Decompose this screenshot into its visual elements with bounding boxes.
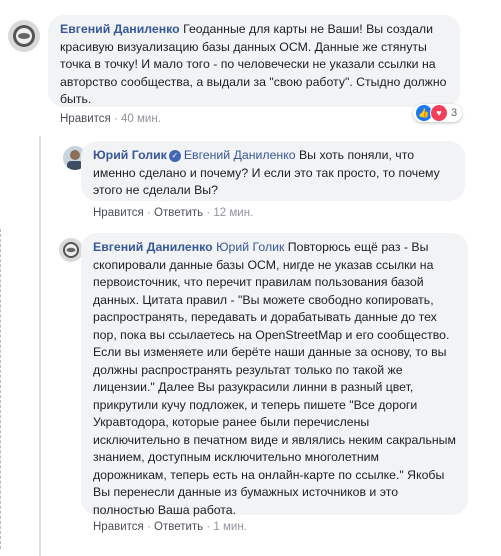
avatar-image (8, 20, 40, 52)
separator: · (206, 207, 211, 219)
separator: · (146, 207, 151, 219)
avatar[interactable] (8, 20, 40, 52)
verified-badge-icon: ✓ (168, 150, 181, 162)
comment-bubble: Евгений Даниленко Юрий Голик Повторюсь е… (81, 233, 468, 517)
separator: · (113, 113, 118, 125)
reply-link[interactable]: Ответить (154, 207, 203, 219)
mention[interactable]: Евгений Даниленко (184, 148, 296, 162)
comment-bubble: Евгений Даниленко Геоданные для карты не… (48, 15, 460, 107)
reply-link[interactable]: Ответить (154, 521, 203, 533)
avatar-image (59, 238, 83, 262)
timestamp[interactable]: 40 мин. (121, 113, 161, 125)
separator: · (146, 521, 151, 533)
comment-author[interactable]: Евгений Даниленко (93, 240, 213, 254)
comment-actions: Нравится · Ответить · 12 мин. (93, 207, 253, 219)
comment-author[interactable]: Евгений Даниленко (60, 22, 180, 36)
timestamp[interactable]: 12 мин. (213, 207, 253, 219)
comment-actions: Нравится · 40 мин. (60, 113, 161, 125)
timestamp[interactable]: 1 мин. (213, 521, 246, 533)
like-link[interactable]: Нравится (60, 113, 111, 125)
avatar[interactable] (59, 238, 83, 262)
reaction-count: 3 (451, 107, 458, 119)
love-reaction-icon: ♥ (430, 104, 448, 122)
like-link[interactable]: Нравится (93, 207, 144, 219)
reactions-summary[interactable]: 👍 ♥ 3 (413, 104, 463, 122)
comment-author[interactable]: Юрий Голик (93, 148, 167, 162)
like-link[interactable]: Нравится (93, 521, 144, 533)
mention[interactable]: Юрий Голик (216, 240, 284, 254)
thread-line (39, 136, 41, 556)
separator: · (206, 521, 211, 533)
comment-actions: Нравится · Ответить · 1 мин. (93, 521, 247, 533)
comment-bubble: Юрий Голик ✓ Евгений Даниленко Вы хоть пон… (81, 141, 465, 201)
selection-indicator (0, 229, 2, 549)
comment-text: Повторюсь ещё раз - Вы скопировали данны… (93, 240, 456, 517)
